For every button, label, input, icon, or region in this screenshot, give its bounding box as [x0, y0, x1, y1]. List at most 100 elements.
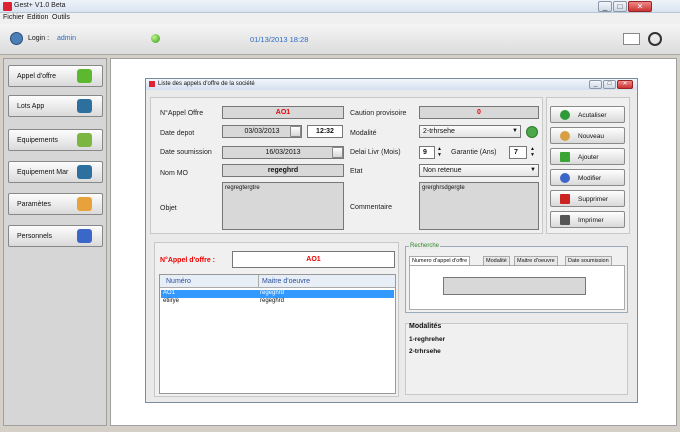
ajouter-label: Ajouter [578, 154, 599, 161]
table-row[interactable]: AO1 regeghrd [161, 290, 394, 298]
ajouter-button[interactable]: Ajouter [550, 148, 625, 165]
time-field[interactable]: 12:32 [307, 125, 343, 138]
menu-outils[interactable]: Outils [52, 14, 70, 21]
modalite-select[interactable]: 2-trhrsehe ▼ [419, 125, 521, 138]
calendar-icon[interactable] [290, 126, 301, 137]
napp-field[interactable]: AO1 [222, 106, 344, 119]
maximize-button[interactable]: □ [613, 1, 627, 12]
sidebar-item-personnels[interactable]: Personnels [8, 225, 103, 247]
garantie-field[interactable]: 7 [509, 146, 527, 159]
refresh-icon[interactable] [648, 32, 662, 46]
calendar-icon[interactable] [332, 147, 343, 158]
offer-icon [77, 69, 92, 83]
etat-value: Non retenue [423, 167, 462, 174]
frame-minimize-button[interactable]: _ [589, 80, 602, 89]
date-soum-label: Date soumission [160, 149, 212, 156]
date-soum-field[interactable]: 16/03/2013 [222, 146, 344, 159]
menu-edition[interactable]: Edition [27, 14, 48, 21]
supprimer-button[interactable]: Supprimer [550, 190, 625, 207]
column-divider [258, 275, 259, 288]
modalite-value: 2-trhrsehe [423, 128, 455, 135]
etat-select[interactable]: Non retenue ▼ [419, 164, 539, 177]
cell-maitre: regeghrd [260, 290, 285, 296]
frame-close-button[interactable]: ✕ [617, 80, 633, 89]
delete-icon [560, 194, 570, 204]
close-button[interactable]: ✕ [628, 1, 652, 12]
nom-mo-label: Nom MO [160, 170, 188, 177]
modifier-button[interactable]: Modifier [550, 169, 625, 186]
caution-label: Caution provisoire [350, 110, 407, 117]
sidebar-item-equipements[interactable]: Equipements [8, 129, 103, 151]
actualiser-label: Acutaliser [578, 112, 607, 119]
app-icon [3, 2, 12, 11]
actualiser-button[interactable]: Acutaliser [550, 106, 625, 123]
table-row[interactable]: etiirye regeghrd [161, 298, 394, 306]
nouveau-label: Nouveau [578, 133, 605, 140]
caution-field[interactable]: 0 [419, 106, 539, 119]
sidebar-item-label: Paramètes [17, 201, 51, 208]
nouveau-button[interactable]: Nouveau [550, 127, 625, 144]
column-numero[interactable]: Numéro [166, 278, 191, 285]
login-label: Login : [28, 35, 50, 42]
sidebar-item-label: Lots App [17, 103, 45, 110]
garantie-spinner-icon[interactable]: ▲ ▼ [530, 146, 535, 158]
sidebar-item-label: Appel d'offre [17, 73, 56, 80]
objet-label: Objet [160, 205, 177, 212]
modalites-title: Modalités [409, 323, 442, 330]
toolbar: Login : admin 01/13/2013 18:28 [0, 24, 680, 55]
cell-numero: AO1 [163, 290, 176, 296]
printer-icon [560, 215, 570, 225]
title-bar: Gest+ V1.0 Beta _ □ ✕ [0, 0, 680, 13]
delai-label: Delai Livr (Mois) [350, 149, 401, 156]
chevron-down-icon: ▼ [512, 128, 518, 134]
window-title: Gest+ V1.0 Beta [14, 2, 66, 9]
modalite-item: 2-trhrsehe [409, 348, 441, 355]
edit-icon [560, 173, 570, 183]
add-modalite-icon[interactable] [526, 126, 538, 138]
date-depot-label: Date depot [160, 130, 195, 137]
sidebar-item-label: Equipement Mar [17, 169, 69, 176]
modalite-label: Modalité [350, 130, 377, 137]
login-user: admin [57, 35, 77, 42]
cell-maitre: regeghrd [260, 298, 285, 304]
supprimer-label: Supprimer [578, 196, 608, 203]
sidebar-item-appel-offre[interactable]: Appel d'offre [8, 65, 103, 87]
modalites-panel [405, 323, 628, 395]
garantie-label: Garantie (Ans) [451, 149, 497, 156]
sidebar-item-lots-app[interactable]: Lots App [8, 95, 103, 117]
status-icon [151, 34, 160, 43]
frame-maximize-button[interactable]: □ [603, 80, 616, 89]
sidebar-item-label: Personnels [17, 233, 53, 240]
sidebar-item-label: Equipements [17, 137, 58, 144]
search-field[interactable]: AO1 [232, 251, 395, 268]
sidebar-item-equipement-mar[interactable]: Equipement Mar [8, 161, 103, 183]
commentaire-field[interactable]: grerghrsdgergte [419, 182, 539, 230]
table-header: Numéro Maitre d'oeuvre [160, 275, 395, 288]
frame-title: Liste des appels d'offre de la société [158, 81, 255, 87]
mail-icon[interactable] [623, 33, 640, 45]
modifier-label: Modifier [578, 175, 602, 182]
menu-fichier[interactable]: Fichier [3, 14, 24, 21]
datetime: 01/13/2013 18:28 [250, 35, 309, 44]
modalite-item: 1-reghreher [409, 336, 446, 343]
delai-field[interactable]: 9 [419, 146, 435, 159]
imprimer-button[interactable]: Imprimer [550, 211, 625, 228]
sidebar: Appel d'offre Lots App Equipements Equip… [3, 58, 107, 426]
etat-label: Etat [350, 168, 363, 175]
plus-icon [560, 152, 570, 162]
frame-icon [149, 81, 155, 87]
objet-field[interactable]: regregtergtre [222, 182, 344, 230]
delai-spinner-icon[interactable]: ▲ ▼ [437, 146, 442, 158]
column-maitre[interactable]: Maitre d'oeuvre [262, 278, 310, 285]
minimize-button[interactable]: _ [598, 1, 612, 12]
people-icon [77, 229, 92, 243]
internal-frame-titlebar: Liste des appels d'offre de la société _… [146, 79, 637, 90]
broom-icon [560, 131, 570, 141]
recherche-title: Recherche [409, 243, 441, 249]
offers-table: Numéro Maitre d'oeuvre AO1 regeghrd etii… [159, 274, 396, 394]
recherche-input[interactable] [443, 277, 586, 295]
cell-numero: etiirye [163, 298, 180, 304]
user-icon [10, 32, 23, 45]
nom-mo-field[interactable]: regeghrd [222, 164, 344, 177]
sidebar-item-parametres[interactable]: Paramètes [8, 193, 103, 215]
